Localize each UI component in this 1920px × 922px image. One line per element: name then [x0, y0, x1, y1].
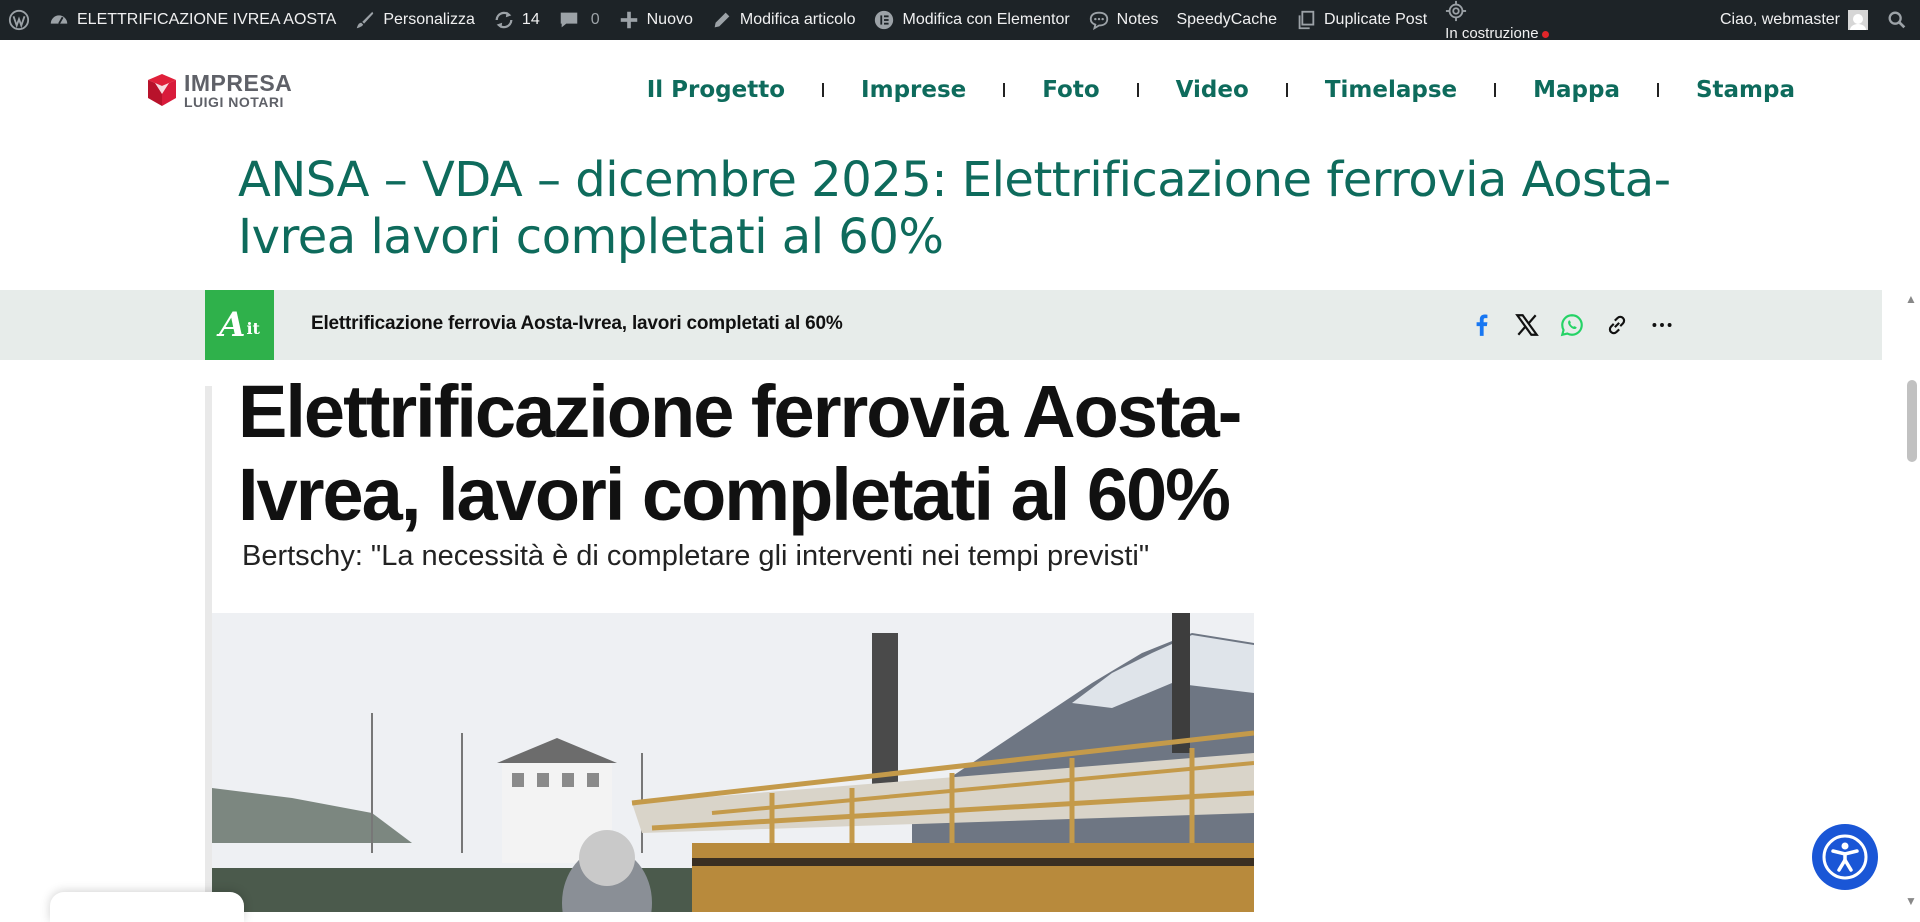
nav-separator: [1003, 83, 1006, 97]
comment-icon: [558, 9, 580, 31]
x-icon: [1515, 314, 1539, 336]
updates-count: 14: [521, 11, 540, 28]
nav-separator: [1656, 83, 1659, 97]
edit-post-link[interactable]: Modifica articolo: [702, 0, 865, 40]
duplicate-post-label: Duplicate Post: [1323, 11, 1428, 28]
ansa-logo-suffix: it: [246, 318, 260, 338]
article-subtitle: Bertschy: "La necessità è di completare …: [242, 540, 1150, 572]
ansa-logo[interactable]: Ait: [205, 290, 274, 360]
accessibility-button[interactable]: [1808, 820, 1882, 894]
nav-item-imprese[interactable]: Imprese: [861, 77, 966, 103]
gear-icon: [1445, 0, 1467, 22]
comments-count: 0: [590, 11, 600, 28]
scrollbar-thumb[interactable]: [1907, 380, 1917, 462]
elementor-icon: [873, 9, 895, 31]
notes-label: Notes: [1116, 11, 1159, 28]
share-copy-link-button[interactable]: [1601, 309, 1633, 341]
nav-item-foto[interactable]: Foto: [1042, 77, 1099, 103]
nav-item-il-progetto[interactable]: Il Progetto: [647, 77, 785, 103]
share-buttons: [1466, 309, 1691, 341]
logo-text: IMPRESA LUIGI NOTARI: [184, 69, 293, 110]
cookie-consent-tab[interactable]: [50, 892, 244, 922]
customize-link[interactable]: Personalizza: [345, 0, 484, 40]
ansa-bar-title: Elettrificazione ferrovia Aosta-Ivrea, l…: [311, 313, 843, 334]
new-label: Nuovo: [646, 11, 693, 28]
nav-separator: [1285, 83, 1288, 97]
article-left-border: [205, 386, 212, 912]
admin-search[interactable]: [1877, 0, 1920, 40]
edit-post-label: Modifica articolo: [739, 11, 856, 28]
facebook-icon: [1476, 314, 1488, 336]
site-name-menu[interactable]: ELETTRIFICAZIONE IVREA AOSTA: [39, 0, 345, 40]
main-navigation: Il Progetto Imprese Foto Video Timelapse…: [647, 72, 1795, 108]
maintenance-status[interactable]: In costruzione: [1436, 0, 1557, 43]
maintenance-status-text: In costruzione: [1445, 25, 1549, 43]
comments-link[interactable]: 0: [549, 0, 609, 40]
share-x-button[interactable]: [1511, 309, 1543, 341]
whatsapp-icon: [1560, 314, 1583, 337]
article-photo[interactable]: [212, 613, 1254, 912]
site-name-label: ELETTRIFICAZIONE IVREA AOSTA: [77, 11, 337, 28]
duplicate-post-link[interactable]: Duplicate Post: [1286, 0, 1436, 40]
wordpress-icon: [8, 9, 30, 31]
duplicate-icon: [1295, 9, 1317, 31]
updates-link[interactable]: 14: [484, 0, 549, 40]
link-icon: [1608, 315, 1626, 335]
admin-bar-right: Ciao, webmaster: [1711, 0, 1920, 40]
admin-bar: ELETTRIFICAZIONE IVREA AOSTA Personalizz…: [0, 0, 1920, 43]
status-dot: [1541, 30, 1549, 38]
update-icon: [493, 9, 515, 31]
edit-elementor-label: Modifica con Elementor: [902, 11, 1070, 28]
edit-elementor-link[interactable]: Modifica con Elementor: [864, 0, 1078, 40]
nav-item-video[interactable]: Video: [1176, 77, 1249, 103]
nav-item-timelapse[interactable]: Timelapse: [1325, 77, 1457, 103]
greeting-label: Ciao, webmaster: [1719, 11, 1840, 28]
accessibility-button-inner: [1812, 824, 1878, 890]
new-content-menu[interactable]: Nuovo: [609, 0, 702, 40]
speedycache-label: SpeedyCache: [1176, 11, 1277, 28]
article-photo-illustration: [212, 613, 1254, 912]
notes-link[interactable]: Notes: [1079, 0, 1168, 40]
share-whatsapp-button[interactable]: [1556, 309, 1588, 341]
plus-icon: [618, 9, 640, 31]
accessibility-icon: [1822, 834, 1868, 880]
maintenance-status-label: In costruzione: [1445, 25, 1539, 42]
speech-bubble-icon: [1088, 9, 1110, 31]
dashboard-icon: [48, 9, 70, 31]
nav-separator: [1494, 83, 1497, 97]
share-facebook-button[interactable]: [1466, 309, 1498, 341]
search-icon: [1886, 9, 1908, 31]
share-more-button[interactable]: [1646, 309, 1678, 341]
wp-logo-menu[interactable]: [0, 0, 39, 40]
logo-line-1: IMPRESA: [184, 69, 293, 96]
customize-label: Personalizza: [383, 11, 475, 28]
article-headline: Elettrificazione ferrovia Aosta-Ivrea, l…: [238, 370, 1242, 536]
logo-line-2: LUIGI NOTARI: [184, 93, 284, 110]
avatar: [1848, 10, 1868, 30]
nav-item-stampa[interactable]: Stampa: [1696, 77, 1795, 103]
scroll-up-arrow[interactable]: ▲: [1904, 292, 1918, 306]
nav-item-mappa[interactable]: Mappa: [1533, 77, 1620, 103]
impresa-logo-mark: [148, 74, 176, 106]
paintbrush-icon: [354, 9, 376, 31]
pencil-icon: [711, 9, 733, 31]
account-menu[interactable]: Ciao, webmaster: [1711, 0, 1877, 40]
nav-separator: [1136, 83, 1139, 97]
site-logo[interactable]: IMPRESA LUIGI NOTARI: [144, 70, 292, 110]
post-title: ANSA – VDA – dicembre 2025: Elettrificaz…: [238, 152, 1671, 265]
ansa-logo-main: A: [219, 305, 246, 345]
speedycache-menu[interactable]: SpeedyCache: [1167, 0, 1286, 40]
more-icon: [1652, 323, 1672, 327]
scroll-down-arrow[interactable]: ▼: [1904, 894, 1918, 908]
nav-separator: [822, 83, 825, 97]
